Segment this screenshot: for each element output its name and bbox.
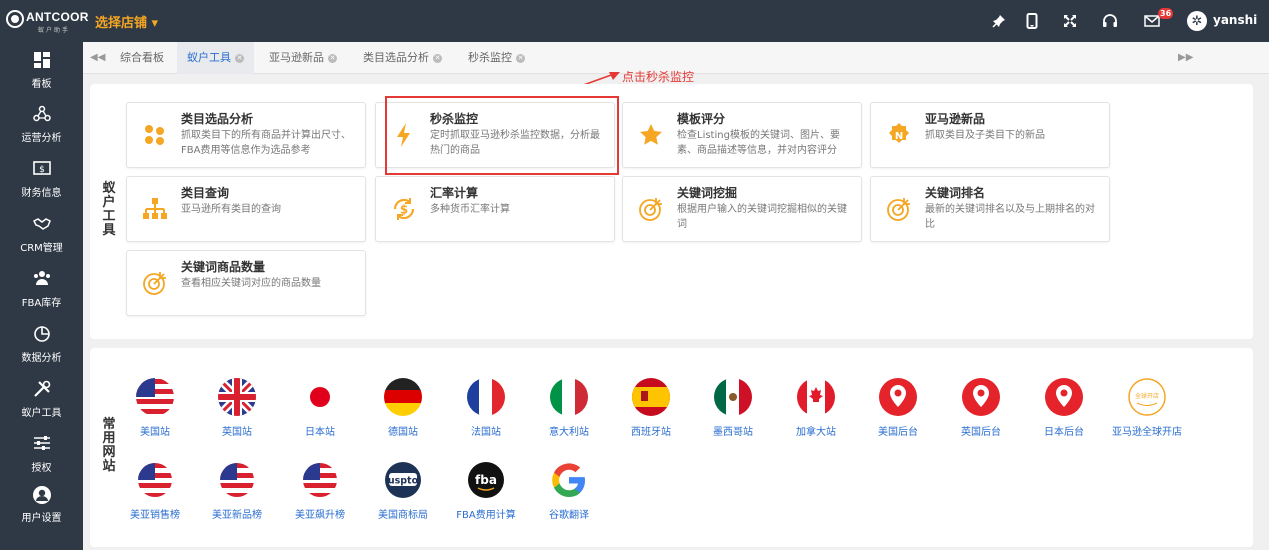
- avatar[interactable]: ✲: [1187, 11, 1207, 31]
- headset-icon[interactable]: [1100, 11, 1120, 31]
- dots-icon: [141, 121, 169, 149]
- tab-scroll-right-icon[interactable]: ▶▶: [1178, 42, 1193, 74]
- mexico-flag-icon: [713, 377, 753, 417]
- card-keyword-ranking[interactable]: 关键词排名 最新的关键词排名以及与上期排名的对比: [870, 176, 1110, 242]
- handshake-icon: [31, 215, 53, 237]
- close-icon[interactable]: ✕: [328, 53, 337, 63]
- card-keyword-product-count[interactable]: 关键词商品数量 查看相应关键词对应的商品数量: [126, 250, 366, 316]
- uk-flag-icon: [217, 377, 257, 417]
- top-bar: ANTCOOR 蚁户助手 选择店铺 ▾ 36 ✲ yanshi: [0, 0, 1269, 42]
- svg-text:$: $: [400, 203, 408, 217]
- sidebar-item-ops-analysis[interactable]: 运营分析: [0, 105, 83, 153]
- hierarchy-icon: [141, 195, 169, 223]
- mobile-icon[interactable]: [1022, 11, 1042, 31]
- target-icon: [141, 269, 169, 297]
- tab-scroll-left-icon[interactable]: ◀◀: [90, 42, 105, 74]
- canada-flag-icon: [796, 377, 836, 417]
- currency-icon: $: [390, 195, 418, 223]
- pin-icon[interactable]: [989, 11, 1009, 31]
- amazon-global-icon: 全球开店: [1127, 377, 1167, 417]
- tab-flash-sale-monitor[interactable]: 秒杀监控 ✕: [458, 42, 535, 74]
- sidebar-item-data-analysis[interactable]: 数据分析: [0, 325, 83, 373]
- svg-text:N: N: [895, 131, 903, 142]
- svg-text:全球开店: 全球开店: [1135, 392, 1159, 400]
- svg-text:fba: fba: [475, 473, 497, 487]
- tab-amazon-new[interactable]: 亚马逊新品 ✕: [259, 42, 347, 74]
- card-amazon-new-products[interactable]: N 亚马逊新品 抓取类目及子类目下的新品: [870, 102, 1110, 168]
- svg-text:$: $: [39, 165, 45, 175]
- close-icon[interactable]: ✕: [433, 53, 442, 63]
- tab-antcoor-tools[interactable]: 蚁户工具 ✕: [177, 42, 254, 74]
- sidebar-item-fba-inventory[interactable]: FBA库存: [0, 270, 83, 318]
- sidebar-item-crm[interactable]: CRM管理: [0, 215, 83, 263]
- scrollbar[interactable]: [1262, 74, 1269, 550]
- svg-text:uspto: uspto: [388, 476, 419, 487]
- logo-mark-icon: [6, 10, 24, 28]
- spain-flag-icon: [631, 377, 671, 417]
- tab-dashboard[interactable]: 综合看板: [110, 42, 174, 74]
- tools-section-label: 蚁户工具: [102, 181, 116, 238]
- card-category-analysis[interactable]: 类目选品分析 抓取类目下的所有商品并计算出尺寸、FBA费用等信息作为选品参考: [126, 102, 366, 168]
- sidebar-item-dashboard[interactable]: 看板: [0, 51, 83, 99]
- new-badge-icon: N: [885, 121, 913, 149]
- italy-flag-icon: [549, 377, 589, 417]
- sidebar-item-finance[interactable]: $ 财务信息: [0, 160, 83, 208]
- location-pin-icon: [961, 377, 1001, 417]
- us-flag-icon: [217, 460, 257, 500]
- fullscreen-icon[interactable]: [1060, 11, 1080, 31]
- pie-chart-icon: [31, 325, 53, 347]
- sliders-icon: [31, 435, 53, 457]
- target-icon: [637, 195, 665, 223]
- us-flag-icon: [300, 460, 340, 500]
- username[interactable]: yanshi: [1213, 13, 1257, 27]
- tools-icon: [31, 380, 53, 402]
- close-icon[interactable]: ✕: [235, 53, 244, 63]
- location-pin-icon: [878, 377, 918, 417]
- antcoor-logo[interactable]: ANTCOOR 蚁户助手: [6, 8, 88, 34]
- star-icon: [637, 121, 665, 149]
- us-flag-icon: [135, 460, 175, 500]
- uspto-icon: uspto: [383, 460, 423, 500]
- money-icon: $: [31, 160, 53, 182]
- annotation-text: 点击秒杀监控: [622, 70, 695, 84]
- sidebar-item-antcoor-tools[interactable]: 蚁户工具: [0, 380, 83, 428]
- google-icon: [549, 460, 589, 500]
- user-circle-icon: [31, 485, 53, 507]
- close-icon[interactable]: ✕: [516, 53, 525, 63]
- tab-category-analysis[interactable]: 类目选品分析 ✕: [353, 42, 452, 74]
- france-flag-icon: [466, 377, 506, 417]
- mail-count-badge: 36: [1158, 8, 1174, 19]
- sidebar-item-user-settings[interactable]: 用户设置: [0, 485, 83, 533]
- us-flag-icon: [135, 377, 175, 417]
- card-exchange-rate[interactable]: $ 汇率计算 多种货币汇率计算: [375, 176, 615, 242]
- card-template-score[interactable]: 模板评分 检查Listing模板的关键词、图片、要素、商品描述等信息，并对内容评…: [622, 102, 862, 168]
- network-icon: [31, 105, 53, 127]
- location-pin-icon: [1044, 377, 1084, 417]
- users-icon: [31, 270, 53, 292]
- target-icon: [885, 195, 913, 223]
- annotation-highlight-box: [385, 96, 619, 175]
- store-selector[interactable]: 选择店铺 ▾: [95, 12, 158, 31]
- japan-flag-icon: [300, 377, 340, 417]
- card-category-query[interactable]: 类目查询 亚马逊所有类目的查询: [126, 176, 366, 242]
- germany-flag-icon: [383, 377, 423, 417]
- dashboard-icon: [31, 51, 53, 73]
- sidebar-item-authorization[interactable]: 授权: [0, 435, 83, 483]
- sidebar: 看板 运营分析 $ 财务信息 CRM管理 FBA库存 数据分析 蚁户工具 授权 …: [0, 42, 83, 550]
- fba-icon: fba: [466, 460, 506, 500]
- card-keyword-mining[interactable]: 关键词挖掘 根据用户输入的关键词挖掘相似的关键词: [622, 176, 862, 242]
